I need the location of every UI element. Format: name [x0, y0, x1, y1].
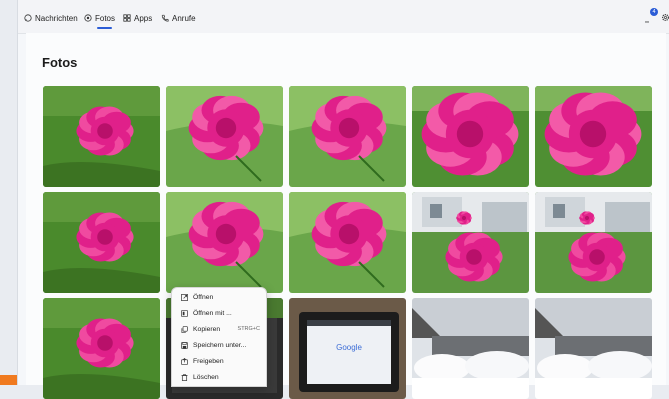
photo-thumbnail[interactable]: [289, 192, 406, 293]
photo-image: [43, 298, 160, 399]
tab-calls[interactable]: Anrufe: [161, 10, 196, 26]
photo-thumbnail[interactable]: [535, 86, 652, 187]
photo-image: [43, 192, 160, 293]
share-icon: [181, 357, 188, 365]
photo-image: [43, 86, 160, 187]
menu-item-open-label: Öffnen: [193, 293, 214, 301]
menu-item-open-with[interactable]: Öffnen mit ...: [172, 306, 266, 320]
photo-thumbnail[interactable]: [289, 86, 406, 187]
menu-item-save-as[interactable]: Speichern unter...: [172, 338, 266, 352]
photo-image: Google: [289, 298, 406, 399]
photo-thumbnail[interactable]: Google: [289, 298, 406, 399]
photo-thumbnail[interactable]: [412, 298, 529, 399]
photo-thumbnail[interactable]: [535, 192, 652, 293]
photo-thumbnail[interactable]: [43, 298, 160, 399]
delete-icon: [181, 373, 188, 381]
page-title: Fotos: [42, 55, 78, 70]
photo-image: [535, 86, 652, 187]
copy-shortcut: STRG+C: [237, 326, 260, 332]
apps-icon: [123, 14, 131, 22]
open-icon: [181, 293, 188, 301]
photo-image: [289, 86, 406, 187]
photo-image: [166, 192, 283, 293]
photo-thumbnail[interactable]: [412, 192, 529, 293]
notifications-button[interactable]: 4: [643, 8, 658, 23]
menu-item-save-as-label: Speichern unter...: [193, 341, 247, 349]
tab-messages-label: Nachrichten: [35, 13, 78, 23]
top-navigation: Nachrichten Fotos Apps Anrufe 4: [18, 0, 669, 34]
top-right-controls: 4: [643, 8, 669, 23]
photo-thumbnail[interactable]: [535, 298, 652, 399]
phone-icon: [161, 14, 169, 22]
save-icon: [181, 341, 188, 349]
tab-photos[interactable]: Fotos: [84, 10, 116, 29]
photo-thumbnail[interactable]: [166, 192, 283, 293]
settings-gear-icon[interactable]: [661, 13, 669, 22]
photo-image: [412, 86, 529, 187]
corner-accent: [0, 375, 17, 385]
chat-icon: [24, 14, 32, 22]
open-with-icon: [181, 309, 188, 317]
photos-page: Fotos Google: [26, 33, 666, 399]
svg-text:Google: Google: [336, 343, 362, 352]
tab-calls-label: Anrufe: [172, 13, 196, 23]
notification-badge: 4: [650, 8, 658, 16]
menu-item-open-with-label: Öffnen mit ...: [193, 309, 232, 317]
photo-image: [166, 86, 283, 187]
phone-link-window: Nachrichten Fotos Apps Anrufe 4 Fotos Go…: [17, 0, 669, 399]
tab-photos-label: Fotos: [95, 13, 116, 23]
photo-image: [535, 192, 652, 293]
menu-item-copy[interactable]: Kopieren STRG+C: [172, 322, 266, 336]
menu-item-share-label: Freigeben: [193, 357, 224, 365]
copy-icon: [181, 325, 188, 333]
photo-image: [412, 192, 529, 293]
tab-apps-label: Apps: [134, 13, 153, 23]
menu-item-delete[interactable]: Löschen: [172, 370, 266, 384]
photo-thumbnail[interactable]: [166, 86, 283, 187]
photo-thumbnail[interactable]: [412, 86, 529, 187]
photo-image: [289, 192, 406, 293]
photo-image: [412, 298, 529, 399]
menu-item-delete-label: Löschen: [193, 373, 219, 381]
tab-apps[interactable]: Apps: [123, 10, 152, 26]
menu-item-copy-label: Kopieren: [193, 325, 221, 333]
photo-image: [535, 298, 652, 399]
photos-icon: [84, 14, 92, 22]
menu-item-share[interactable]: Freigeben: [172, 354, 266, 368]
menu-item-open[interactable]: Öffnen: [172, 290, 266, 304]
tab-messages[interactable]: Nachrichten: [24, 10, 78, 26]
context-menu: Öffnen Öffnen mit ... Kopieren STRG+C Sp…: [171, 287, 267, 387]
photo-thumbnail[interactable]: [43, 86, 160, 187]
photo-thumbnail[interactable]: [43, 192, 160, 293]
